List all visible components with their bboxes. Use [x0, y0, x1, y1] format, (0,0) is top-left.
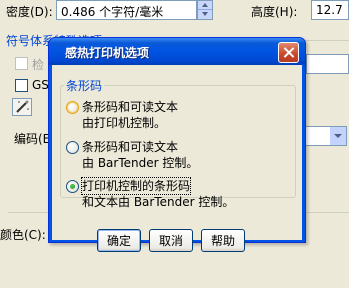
- option2-line2: 由 BarTender 控制。: [82, 156, 199, 170]
- close-icon[interactable]: [278, 42, 299, 63]
- ok-button[interactable]: 确定: [97, 229, 141, 252]
- density-label: 密度(D):: [6, 5, 53, 19]
- spin-down-icon[interactable]: [198, 10, 212, 19]
- wand-icon: [16, 100, 29, 113]
- color-label: 颜色(C):: [0, 228, 46, 242]
- dialog-titlebar[interactable]: 感热打印机选项: [49, 38, 305, 65]
- cancel-button[interactable]: 取消: [149, 229, 193, 252]
- check2-label: GS: [32, 78, 49, 92]
- dialog-title: 感热打印机选项: [65, 46, 150, 60]
- height-input[interactable]: 12.7: [311, 0, 349, 20]
- spin-up-icon[interactable]: [198, 1, 212, 10]
- option2-line1[interactable]: 条形码和可读文本: [82, 139, 178, 155]
- gs-checkbox[interactable]: [15, 79, 28, 92]
- density-input[interactable]: 0.486 个字符/毫米: [56, 0, 197, 20]
- chevron-down-icon[interactable]: [330, 127, 346, 145]
- option3-line1[interactable]: 打印机控制的条形码: [80, 177, 192, 195]
- radio-bartender-controlled[interactable]: [66, 141, 79, 154]
- encoding-combo[interactable]: [300, 126, 347, 146]
- help-button[interactable]: 帮助: [201, 229, 245, 252]
- wand-button[interactable]: [12, 98, 32, 116]
- check1-label: 检: [32, 58, 45, 72]
- density-spinner[interactable]: [197, 0, 213, 20]
- dialog-body: 条形码 条形码和可读文本 由打印机控制。 条形码和可读文本 由 BarTende…: [52, 65, 302, 240]
- right-field[interactable]: [306, 54, 349, 74]
- option3-line2: 和文本由 BarTender 控制。: [82, 195, 235, 209]
- option1-line2: 由打印机控制。: [82, 116, 167, 130]
- barcode-group-title: 条形码: [64, 77, 105, 94]
- height-label: 高度(H):: [251, 5, 298, 19]
- radio-mixed-control[interactable]: [66, 180, 79, 193]
- encoding-label: 编码(E: [14, 132, 51, 146]
- disabled-checkbox[interactable]: [15, 57, 28, 70]
- radio-printer-controlled[interactable]: [66, 101, 79, 114]
- option1-line1[interactable]: 条形码和可读文本: [82, 99, 178, 115]
- thermal-printer-options-dialog: 感热打印机选项 条形码 条形码和可读文本 由打印机控制。 条形码和可读文本 由 …: [48, 37, 306, 243]
